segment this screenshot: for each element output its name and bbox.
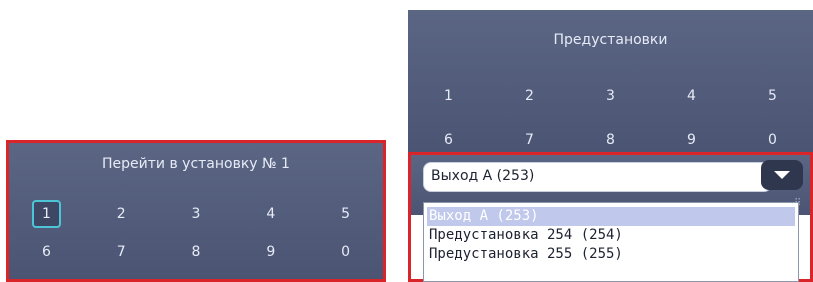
goto-preset-panel: Перейти в установку № 1 1 2 3 4 5 6 7 8 …	[6, 140, 386, 282]
goto-key-4[interactable]: 4	[233, 204, 308, 224]
dropdown-option-preset-255[interactable]: Предустановка 255 (255)	[424, 245, 798, 264]
preset-key-9[interactable]: 9	[651, 130, 732, 150]
goto-key-9[interactable]: 9	[233, 242, 308, 262]
output-dropdown-button[interactable]	[761, 160, 803, 190]
presets-title: Предустановки	[553, 32, 668, 48]
goto-preset-title: Перейти в установку № 1	[102, 156, 290, 172]
goto-key-8[interactable]: 8	[159, 242, 234, 262]
goto-key-5[interactable]: 5	[308, 204, 383, 224]
goto-key-2[interactable]: 2	[84, 204, 159, 224]
preset-key-4[interactable]: 4	[651, 86, 732, 106]
presets-keypad: 1 2 3 4 5 6 7 8 9 0	[408, 74, 813, 162]
goto-key-6[interactable]: 6	[9, 242, 84, 262]
dropdown-option-preset-254[interactable]: Предустановка 254 (254)	[424, 226, 798, 245]
goto-key-1[interactable]: 1	[9, 200, 84, 228]
goto-key-3[interactable]: 3	[159, 204, 234, 224]
preset-key-0[interactable]: 0	[732, 130, 813, 150]
presets-panel: Предустановки 1 2 3 4 5 6 7 8 9 0	[408, 10, 813, 153]
preset-key-8[interactable]: 8	[570, 130, 651, 150]
chevron-down-icon	[774, 171, 790, 179]
output-select-panel: Выход А (253) ⠿ Выход А (253) Предустано…	[408, 152, 813, 282]
preset-key-1[interactable]: 1	[408, 86, 489, 106]
goto-key-7[interactable]: 7	[84, 242, 159, 262]
preset-key-7[interactable]: 7	[489, 130, 570, 150]
preset-key-3[interactable]: 3	[570, 86, 651, 106]
goto-key-label: 1	[31, 200, 61, 228]
goto-keypad: 1 2 3 4 5 6 7 8 9 0	[9, 195, 383, 271]
output-combobox-value: Выход А (253)	[431, 168, 535, 184]
dropdown-option-output-a[interactable]: Выход А (253)	[427, 207, 795, 226]
goto-key-0[interactable]: 0	[308, 242, 383, 262]
preset-key-5[interactable]: 5	[732, 86, 813, 106]
preset-key-6[interactable]: 6	[408, 130, 489, 150]
preset-key-2[interactable]: 2	[489, 86, 570, 106]
output-combobox[interactable]: Выход А (253)	[423, 162, 772, 192]
output-dropdown-list: Выход А (253) Предустановка 254 (254) Пр…	[423, 202, 799, 282]
